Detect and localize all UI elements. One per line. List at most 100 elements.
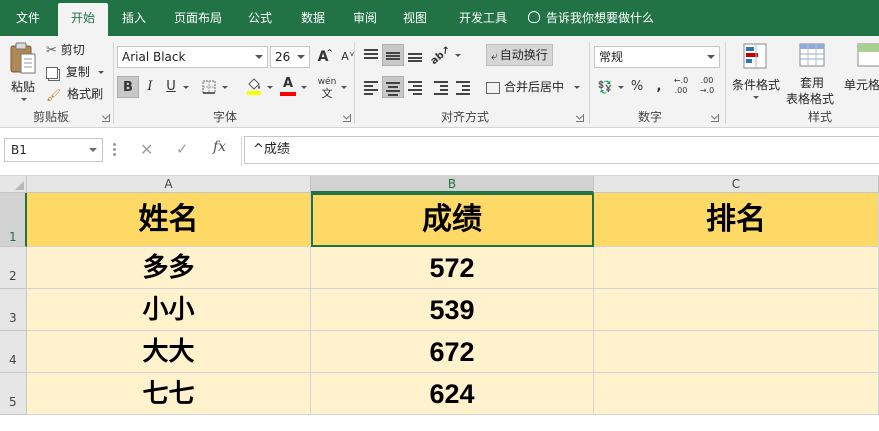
- percent-style-button[interactable]: %: [626, 76, 648, 98]
- grow-font-button[interactable]: A ^: [312, 46, 334, 68]
- fill-color-button[interactable]: [243, 76, 265, 98]
- cut-label: 剪切: [60, 43, 85, 57]
- conditional-formatting-button[interactable]: 条件格式: [730, 40, 782, 104]
- name-box-value: B1: [11, 143, 27, 157]
- font-color-button[interactable]: A: [277, 76, 299, 98]
- bold-button[interactable]: B: [117, 76, 139, 98]
- font-size-combo[interactable]: 26: [270, 46, 310, 68]
- cell-c2[interactable]: [594, 247, 879, 289]
- underline-button[interactable]: U: [160, 76, 182, 98]
- tab-page-layout[interactable]: 页面布局: [164, 0, 232, 36]
- top-align-button[interactable]: [360, 44, 382, 66]
- paste-label: 粘贴: [11, 80, 36, 94]
- align-left-button[interactable]: [360, 76, 382, 98]
- orientation-icon: ab↗: [428, 44, 453, 67]
- increase-indent-button[interactable]: [452, 76, 474, 98]
- formula-input[interactable]: ^成绩: [244, 136, 879, 164]
- tell-me-search[interactable]: 告诉我你想要做什么: [528, 0, 654, 36]
- column-header-c[interactable]: C: [594, 176, 879, 193]
- row-header-3[interactable]: 3: [0, 289, 27, 331]
- decrease-indent-button[interactable]: [430, 76, 452, 98]
- fill-color-dropdown-icon[interactable]: [267, 86, 273, 89]
- decrease-decimal-button[interactable]: .00 →.0: [696, 76, 718, 98]
- cell-a2[interactable]: 多多: [27, 247, 311, 289]
- align-right-icon: [408, 81, 422, 95]
- italic-button[interactable]: I: [139, 76, 161, 98]
- conditional-formatting-icon: [743, 43, 767, 69]
- cell-styles-button[interactable]: 单元格: [842, 40, 879, 104]
- increase-decimal-button[interactable]: ←.0.00: [670, 76, 692, 98]
- column-header-a[interactable]: A: [27, 176, 311, 193]
- paint-bucket-icon: [247, 78, 261, 95]
- insert-function-button[interactable]: fx: [213, 139, 226, 155]
- number-launcher-icon[interactable]: [711, 114, 719, 122]
- font-name-combo[interactable]: Arial Black: [117, 46, 268, 68]
- cancel-icon[interactable]: ✕: [140, 140, 153, 159]
- row-header-1[interactable]: 1: [0, 193, 27, 247]
- cell-b1[interactable]: 成绩: [311, 193, 594, 247]
- orientation-dropdown-icon[interactable]: [455, 54, 461, 57]
- align-center-button[interactable]: [382, 76, 404, 98]
- wrap-text-button[interactable]: ⤶ 自动换行: [486, 44, 553, 66]
- tell-me-text: 告诉我你想要做什么: [546, 11, 655, 25]
- merge-center-button[interactable]: 合并后居中: [486, 76, 580, 98]
- middle-align-button[interactable]: [382, 44, 404, 66]
- cell-a5[interactable]: 七七: [27, 373, 311, 415]
- font-launcher-icon[interactable]: [343, 114, 351, 122]
- accounting-dropdown-icon[interactable]: [618, 86, 624, 89]
- tab-developer[interactable]: 开发工具: [448, 0, 518, 36]
- top-align-icon: [364, 49, 378, 61]
- cell-c1[interactable]: 排名: [594, 193, 879, 247]
- phonetic-dropdown-icon[interactable]: [341, 86, 347, 89]
- align-right-button[interactable]: [404, 76, 426, 98]
- tab-review[interactable]: 审阅: [344, 0, 386, 36]
- format-as-table-button[interactable]: 套用 表格格式: [784, 40, 840, 106]
- cell-c3[interactable]: [594, 289, 879, 331]
- bottom-align-button[interactable]: [404, 44, 426, 66]
- cut-button[interactable]: ✂ 剪切: [46, 41, 85, 59]
- cell-b4[interactable]: 672: [311, 331, 594, 373]
- format-as-table-label-2: 表格格式: [785, 92, 834, 106]
- tab-home[interactable]: 开始: [58, 3, 108, 36]
- tab-data[interactable]: 数据: [292, 0, 334, 36]
- cell-a4[interactable]: 大大: [27, 331, 311, 373]
- comma-style-button[interactable]: ,: [648, 76, 670, 98]
- cell-c4[interactable]: [594, 331, 879, 373]
- font-color-dropdown-icon[interactable]: [301, 86, 307, 89]
- tab-insert[interactable]: 插入: [114, 0, 154, 36]
- borders-button[interactable]: [198, 76, 220, 98]
- select-all-corner[interactable]: [0, 176, 27, 193]
- row-header-5[interactable]: 5: [0, 373, 27, 415]
- format-painter-button[interactable]: 🖌 格式刷: [46, 85, 103, 103]
- tab-file[interactable]: 文件: [8, 0, 48, 36]
- copy-button[interactable]: 复制: [46, 63, 104, 81]
- cell-b5[interactable]: 624: [311, 373, 594, 415]
- row-header-4[interactable]: 4: [0, 331, 27, 373]
- formula-bar-grip-icon[interactable]: [113, 143, 117, 157]
- underline-dropdown-icon[interactable]: [183, 86, 189, 89]
- shrink-font-button[interactable]: Av: [334, 46, 356, 68]
- borders-dropdown-icon[interactable]: [222, 86, 228, 89]
- accounting-format-button[interactable]: 💱: [594, 76, 616, 98]
- alignment-launcher-icon[interactable]: [576, 114, 584, 122]
- tab-view[interactable]: 视图: [394, 0, 436, 36]
- paste-button[interactable]: 粘贴: [6, 40, 40, 104]
- phonetic-button[interactable]: wén 文: [314, 76, 340, 100]
- shrink-font-icon: A: [341, 50, 349, 63]
- tab-formulas[interactable]: 公式: [240, 0, 280, 36]
- cell-b3[interactable]: 539: [311, 289, 594, 331]
- column-header-b[interactable]: B: [311, 176, 594, 193]
- cell-b2[interactable]: 572: [311, 247, 594, 289]
- orientation-button[interactable]: ab↗: [429, 44, 453, 67]
- enter-check-icon[interactable]: ✓: [176, 140, 189, 158]
- name-box[interactable]: B1: [4, 138, 103, 162]
- middle-align-icon: [386, 50, 400, 62]
- merge-cells-icon: [486, 81, 500, 94]
- clipboard-launcher-icon[interactable]: [102, 114, 110, 122]
- number-format-combo[interactable]: 常规: [594, 46, 720, 68]
- cell-a3[interactable]: 小小: [27, 289, 311, 331]
- cell-c5[interactable]: [594, 373, 879, 415]
- cell-a1[interactable]: 姓名: [27, 193, 311, 247]
- row-header-2[interactable]: 2: [0, 247, 27, 289]
- cell-styles-label: 单元格: [844, 78, 879, 92]
